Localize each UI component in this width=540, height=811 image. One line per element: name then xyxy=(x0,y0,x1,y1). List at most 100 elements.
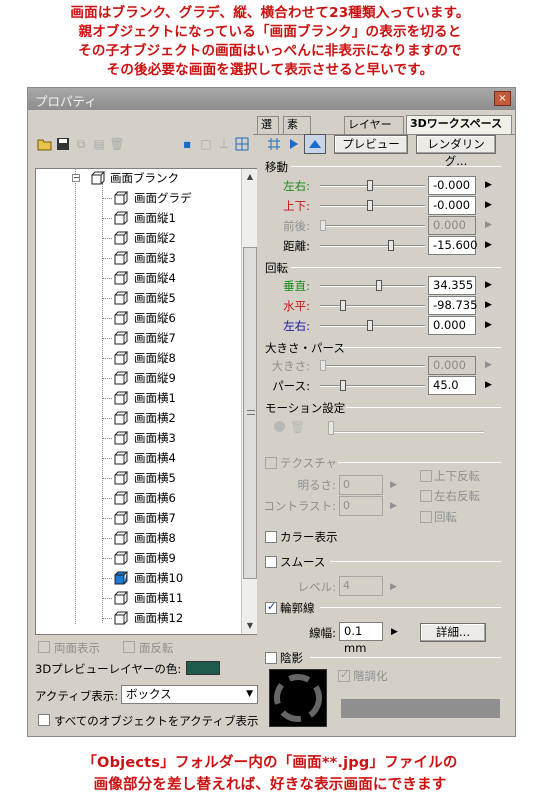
cube-icon xyxy=(114,371,129,385)
tab-3d-workspace[interactable]: 3Dワークスペース xyxy=(406,115,512,134)
slider-knob[interactable] xyxy=(388,240,394,251)
outline-checkbox[interactable]: ✓ xyxy=(265,600,277,614)
scroll-down-icon[interactable]: ▼ xyxy=(242,618,258,634)
play-icon[interactable] xyxy=(286,136,302,152)
play-icon[interactable]: ▶ xyxy=(391,627,398,637)
move-x-slider[interactable] xyxy=(320,180,425,191)
motion-slider[interactable] xyxy=(328,421,484,435)
size-input[interactable]: 0.000 xyxy=(428,356,476,375)
slider-knob[interactable] xyxy=(376,280,382,291)
checkmark-icon: ✓ xyxy=(267,600,277,613)
tree-scrollbar[interactable]: ▲ ▼ xyxy=(241,169,257,634)
tab-material[interactable]: 素 xyxy=(283,116,311,134)
size-slider[interactable] xyxy=(320,360,425,371)
face-flip-checkbox[interactable] xyxy=(123,641,135,653)
object-tree[interactable]: − 画面ブランク 画面グラデ 画面縦1 画面縦2 画面縦3 画面縦4 画面縦5 画面縦6 画面… xyxy=(35,168,257,635)
line-width-input[interactable]: 0.1 mm xyxy=(339,622,383,655)
tab-select[interactable]: 選 xyxy=(257,116,279,134)
perspective-slider[interactable] xyxy=(320,380,425,391)
play-icon[interactable]: ▶ xyxy=(485,200,492,210)
tree-item-label: 画面横5 xyxy=(134,471,176,485)
copy-icon[interactable]: ⧉ xyxy=(73,136,89,152)
move-dist-input[interactable]: -15.600 xyxy=(428,236,477,255)
point-icon[interactable]: ■ xyxy=(179,136,195,152)
move-y-input[interactable]: -0.000 xyxy=(428,196,476,215)
grid-icon[interactable] xyxy=(234,136,250,152)
rotate-r-input[interactable]: 0.000 xyxy=(428,316,476,335)
scroll-up-icon[interactable]: ▲ xyxy=(242,169,258,185)
tree-item-label: 画面横1 xyxy=(134,391,176,405)
trash-icon[interactable]: 🗑 xyxy=(290,420,305,434)
rotate-h-input[interactable]: -98.735 xyxy=(428,296,477,315)
tone-label: 階調化 xyxy=(353,669,388,683)
layer-color-swatch[interactable] xyxy=(186,661,220,675)
tone-checkbox[interactable]: ✓ xyxy=(338,668,350,682)
all-active-checkbox[interactable] xyxy=(38,714,50,726)
smooth-level-input[interactable]: 4 xyxy=(339,576,383,596)
move-z-slider[interactable] xyxy=(320,220,425,231)
tab-layer[interactable]: レイヤー xyxy=(344,116,404,134)
record-icon[interactable] xyxy=(274,421,285,432)
save-icon[interactable] xyxy=(55,136,71,152)
rotate-v-slider[interactable] xyxy=(320,280,425,291)
active-display-select[interactable]: ボックス ▼ xyxy=(121,685,258,704)
play-icon[interactable]: ▶ xyxy=(485,180,492,190)
flip-v-checkbox[interactable] xyxy=(420,470,432,482)
tone-gradient-bar[interactable] xyxy=(341,699,500,718)
open-folder-icon[interactable] xyxy=(37,136,53,152)
perspective-input[interactable]: 45.0 xyxy=(428,376,476,395)
move-y-slider[interactable] xyxy=(320,200,425,211)
texture-checkbox[interactable] xyxy=(265,457,277,469)
rotate-v-input[interactable]: 34.355 xyxy=(428,276,476,295)
play-icon[interactable]: ▶ xyxy=(485,280,492,290)
play-icon[interactable]: ▶ xyxy=(485,220,492,230)
slider-knob[interactable] xyxy=(340,380,346,391)
play-icon[interactable]: ▶ xyxy=(485,360,492,370)
trash-icon[interactable]: 🗑 xyxy=(109,136,125,152)
move-x-input[interactable]: -0.000 xyxy=(428,176,476,195)
play-icon[interactable]: ▶ xyxy=(390,582,397,592)
flip-h-checkbox[interactable] xyxy=(420,490,432,502)
slider-knob[interactable] xyxy=(340,300,346,311)
scroll-thumb[interactable] xyxy=(243,247,257,579)
new-object-icon[interactable]: □ xyxy=(198,136,214,152)
double-sided-checkbox[interactable] xyxy=(38,641,50,653)
cube-icon xyxy=(114,231,129,245)
caption-line: 親オブジェクトになっている「画面ブランク」の表示を切ると xyxy=(78,24,462,40)
play-icon[interactable]: ▶ xyxy=(485,240,492,250)
play-icon[interactable]: ▶ xyxy=(485,300,492,310)
play-icon[interactable]: ▶ xyxy=(390,480,397,490)
preview-mode-icon[interactable] xyxy=(304,134,326,154)
slider-knob[interactable] xyxy=(367,180,373,191)
grid-toggle-icon[interactable] xyxy=(266,136,282,152)
slider-knob[interactable] xyxy=(320,220,326,231)
color-display-checkbox[interactable] xyxy=(265,531,277,543)
shadow-preview[interactable] xyxy=(269,669,327,727)
slider-knob[interactable] xyxy=(367,320,373,331)
drop-icon[interactable]: ⊥ xyxy=(216,136,232,152)
close-button[interactable]: × xyxy=(494,91,511,106)
rotate-checkbox[interactable] xyxy=(420,511,432,523)
rotate-r-slider[interactable] xyxy=(320,320,425,331)
play-icon[interactable]: ▶ xyxy=(485,320,492,330)
tree-line xyxy=(102,478,112,479)
move-z-input[interactable]: 0.000 xyxy=(428,216,476,235)
smooth-checkbox[interactable] xyxy=(265,556,277,568)
slider-knob[interactable] xyxy=(328,421,334,435)
paste-icon[interactable]: ▤ xyxy=(91,136,107,152)
preview-button[interactable]: プレビュー xyxy=(334,135,408,154)
title-bar[interactable]: プロパティ × xyxy=(28,88,515,110)
detail-button[interactable]: 詳細... xyxy=(420,623,486,642)
rotate-h-slider[interactable] xyxy=(320,300,425,311)
move-dist-slider[interactable] xyxy=(320,240,425,251)
tree-item-label: 画面縦1 xyxy=(134,211,176,225)
play-icon[interactable]: ▶ xyxy=(485,380,492,390)
collapse-toggle[interactable]: − xyxy=(72,174,80,182)
rendering-button[interactable]: レンダリング... xyxy=(416,135,496,168)
brightness-input[interactable]: 0 xyxy=(339,475,383,495)
contrast-input[interactable]: 0 xyxy=(339,496,383,516)
slider-knob[interactable] xyxy=(320,360,326,371)
slider-knob[interactable] xyxy=(367,200,373,211)
shadow-checkbox[interactable] xyxy=(265,652,277,664)
play-icon[interactable]: ▶ xyxy=(390,501,397,511)
